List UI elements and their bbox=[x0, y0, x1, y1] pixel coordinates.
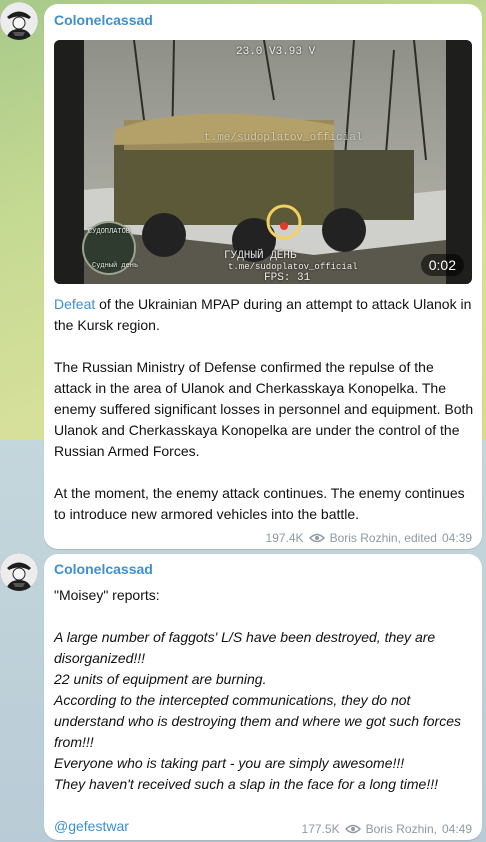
message-bubble-2: Colonelcassad "Moisey" reports: A large … bbox=[44, 554, 482, 840]
post-time: 04:39 bbox=[441, 531, 472, 545]
avatar-portrait-icon bbox=[0, 553, 38, 591]
video-frame bbox=[54, 40, 472, 284]
avatar-portrait-icon bbox=[0, 2, 38, 40]
post-signature: Boris Rozhin, edited bbox=[329, 531, 437, 545]
video-player[interactable]: 23.0 V3.93 V t.me/sudoplatov_official ГУ… bbox=[54, 40, 472, 284]
video-osd-voltage: 23.0 V3.93 V bbox=[236, 46, 316, 58]
report-line: They haven't received such a slap in the… bbox=[54, 776, 438, 792]
paragraph-2: The Russian Ministry of Defense confirme… bbox=[54, 359, 474, 459]
message-author[interactable]: Colonelcassad bbox=[54, 12, 153, 28]
post-signature: Boris Rozhin, bbox=[365, 822, 437, 836]
message-meta-2: 177.5K Boris Rozhin, 04:49 bbox=[302, 822, 472, 836]
report-line: Everyone who is taking part - you are si… bbox=[54, 755, 405, 771]
intro-line: "Moisey" reports: bbox=[54, 587, 160, 603]
message-text: Defeat of the Ukrainian MPAP during an a… bbox=[54, 294, 474, 525]
message-bubble: Colonelcassad 23.0 V3.93 V t.me/sudoplat… bbox=[44, 4, 482, 549]
video-watermark: t.me/sudoplatov_official bbox=[204, 132, 363, 144]
report-line: According to the intercepted communicati… bbox=[54, 692, 462, 750]
video-osd-watermark: t.me/sudoplatov_official bbox=[228, 262, 358, 272]
source-link[interactable]: @gefestwar bbox=[54, 818, 129, 834]
message-text-2: "Moisey" reports: A large number of fagg… bbox=[54, 585, 474, 795]
paragraph-1: Defeat of the Ukrainian MPAP during an a… bbox=[54, 296, 472, 333]
post-time: 04:49 bbox=[441, 822, 472, 836]
video-osd-fps: FPS: 31 bbox=[264, 272, 311, 284]
message-meta: 197.4K Boris Rozhin, edited 04:39 bbox=[266, 531, 472, 545]
video-logo-top: СУДОПЛАТОВ bbox=[88, 228, 131, 236]
view-count: 197.4K bbox=[265, 531, 304, 545]
paragraph-3: At the moment, the enemy attack continue… bbox=[54, 485, 465, 522]
view-count: 177.5K bbox=[301, 822, 340, 836]
report-lines: A large number of faggots' L/S have been… bbox=[54, 627, 474, 795]
report-line: 22 units of equipment are burning. bbox=[54, 671, 267, 687]
eye-icon bbox=[308, 533, 325, 543]
video-osd-caption: ГУДНЫЙ ДЕНЬ bbox=[224, 250, 297, 262]
video-duration: 0:02 bbox=[420, 254, 464, 276]
video-logo-bottom: Судный день bbox=[92, 262, 139, 270]
channel-avatar[interactable] bbox=[0, 2, 38, 40]
message-author[interactable]: Colonelcassad bbox=[54, 561, 153, 577]
channel-avatar-2[interactable] bbox=[0, 553, 38, 591]
hashtag-link[interactable]: Defeat bbox=[54, 296, 95, 312]
eye-icon bbox=[344, 824, 361, 834]
report-line: A large number of faggots' L/S have been… bbox=[54, 629, 436, 666]
